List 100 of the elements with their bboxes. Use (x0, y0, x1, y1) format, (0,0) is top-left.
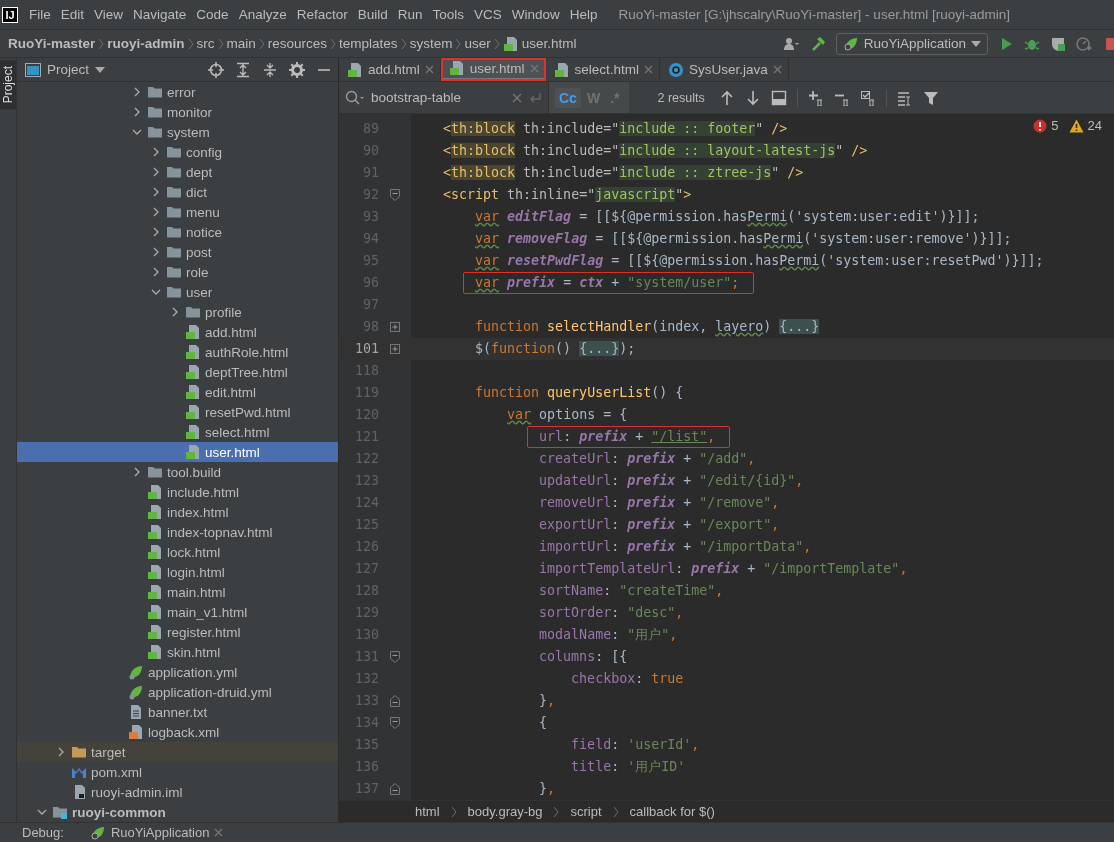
tree-item[interactable]: dict (17, 182, 338, 202)
tree-item[interactable]: main.html (17, 582, 338, 602)
run-configuration-dropdown[interactable]: RuoYiApplication (835, 32, 988, 55)
tree-item[interactable]: post (17, 242, 338, 262)
fold-icon[interactable] (389, 650, 401, 664)
main-menu-entry[interactable]: Run (392, 7, 428, 22)
expand-icon[interactable] (389, 321, 401, 333)
tool-window-tab[interactable]: Project (0, 60, 16, 110)
tree-item[interactable]: edit.html (17, 382, 338, 402)
breadcrumb-item[interactable]: user (462, 36, 493, 51)
tree-item[interactable]: add.html (17, 322, 338, 342)
tree-item[interactable]: banner.txt (17, 702, 338, 722)
tree-item[interactable]: index-topnav.html (17, 522, 338, 542)
tree-item[interactable]: error (17, 82, 338, 102)
tree-item[interactable]: monitor (17, 102, 338, 122)
expand-icon[interactable] (389, 343, 401, 355)
main-menu-entry[interactable]: Analyze (233, 7, 292, 22)
select-all-icon[interactable] (859, 89, 876, 106)
tree-item[interactable]: skin.html (17, 642, 338, 662)
window-icon[interactable] (770, 89, 787, 106)
close-icon[interactable] (424, 65, 434, 74)
debug-tab[interactable]: RuoYiApplication (89, 824, 224, 841)
main-menu-entry[interactable]: VCS (469, 7, 507, 22)
main-menu-entry[interactable]: File (24, 7, 56, 22)
tree-item[interactable]: menu (17, 202, 338, 222)
tree-item[interactable]: login.html (17, 562, 338, 582)
clear-icon[interactable] (512, 92, 522, 103)
breadcrumb-item[interactable]: script (570, 804, 602, 819)
breadcrumb-item[interactable]: resources (265, 36, 330, 51)
tree-item[interactable]: dept (17, 162, 338, 182)
tree-item[interactable]: tool.build (17, 462, 338, 482)
tree-item[interactable]: lock.html (17, 542, 338, 562)
main-menu-entry[interactable]: Help (564, 7, 603, 22)
add-occurrence-icon[interactable] (807, 89, 824, 106)
tree-item[interactable]: notice (17, 222, 338, 242)
breadcrumb-item[interactable]: body.gray-bg (467, 804, 543, 819)
tree-item[interactable]: include.html (17, 482, 338, 502)
main-menu-entry[interactable]: Code (191, 7, 234, 22)
tree-item[interactable]: application-druid.yml (17, 682, 338, 702)
editor-tab[interactable]: SysUser.java (660, 58, 789, 81)
error-count[interactable]: 5 (1051, 118, 1059, 133)
fold-end-icon[interactable] (389, 694, 401, 708)
panel-title-dropdown[interactable]: Project (25, 62, 106, 77)
tree-item[interactable]: authRole.html (17, 342, 338, 362)
tree-item[interactable]: ruoyi-admin.iml (17, 782, 338, 802)
breadcrumb-item[interactable]: system (407, 36, 455, 51)
main-menu-entry[interactable]: Tools (427, 7, 469, 22)
breadcrumb-item[interactable]: src (194, 36, 217, 51)
breadcrumb-item[interactable]: main (224, 36, 258, 51)
down-arrow-icon[interactable] (744, 89, 761, 106)
search-field[interactable]: bootstrap-table (371, 90, 506, 105)
tree-item[interactable]: user (17, 282, 338, 302)
main-menu-entry[interactable]: Edit (55, 7, 90, 22)
fold-icon[interactable] (389, 716, 401, 730)
tree-item[interactable]: index.html (17, 502, 338, 522)
breadcrumb-item[interactable]: templates (337, 36, 400, 51)
tree-item[interactable]: application.yml (17, 662, 338, 682)
tree-item[interactable]: deptTree.html (17, 362, 338, 382)
tree-item[interactable]: logback.xml (17, 722, 338, 742)
main-menu-entry[interactable]: Navigate (128, 7, 192, 22)
close-icon[interactable] (772, 65, 782, 74)
expand-all-icon[interactable] (235, 61, 251, 78)
editor-tab[interactable]: select.html (545, 58, 661, 81)
close-icon[interactable] (644, 65, 654, 74)
breadcrumb-item[interactable]: callback for $() (629, 804, 715, 819)
main-menu-entry[interactable]: Refactor (291, 7, 353, 22)
stop-icon[interactable] (1104, 35, 1114, 52)
tree-item[interactable]: role (17, 262, 338, 282)
filter-icon[interactable] (922, 89, 939, 106)
tree-item[interactable]: profile (17, 302, 338, 322)
warning-count[interactable]: 24 (1087, 118, 1102, 133)
filter-lines-icon[interactable] (896, 89, 913, 106)
tree-item[interactable]: resetPwd.html (17, 402, 338, 422)
user-icon[interactable] (782, 35, 800, 52)
fold-end-icon[interactable] (389, 782, 401, 796)
crosshair-icon[interactable] (208, 61, 224, 78)
close-icon[interactable] (214, 828, 224, 837)
tree-item[interactable]: pom.xml (17, 762, 338, 782)
main-menu-entry[interactable]: Build (352, 7, 393, 22)
breadcrumb-item[interactable]: user.html (500, 35, 579, 52)
breadcrumb-item[interactable]: html (415, 804, 440, 819)
collapse-all-icon[interactable] (262, 61, 278, 78)
fold-icon[interactable] (389, 188, 401, 202)
tree-item[interactable]: config (17, 142, 338, 162)
editor-tab[interactable]: user.html (440, 58, 546, 81)
shield-icon[interactable] (1050, 35, 1066, 52)
tree-item[interactable]: main_v1.html (17, 602, 338, 622)
editor-tab[interactable]: add.html (339, 58, 441, 81)
breadcrumb-item[interactable]: RuoYi-master (6, 36, 98, 51)
tree-item[interactable]: register.html (17, 622, 338, 642)
tree-item[interactable]: ruoyi-common (17, 802, 338, 822)
breadcrumb-item[interactable]: ruoyi-admin (105, 36, 187, 51)
main-menu-entry[interactable]: Window (506, 7, 565, 22)
tree-item[interactable]: user.html (17, 442, 338, 462)
tree-item[interactable]: target (17, 742, 338, 762)
tree-item[interactable]: system (17, 122, 338, 142)
profiler-icon[interactable] (1076, 35, 1094, 52)
settings-icon[interactable] (289, 61, 305, 78)
tree-item[interactable]: select.html (17, 422, 338, 442)
main-menu-entry[interactable]: View (89, 7, 129, 22)
